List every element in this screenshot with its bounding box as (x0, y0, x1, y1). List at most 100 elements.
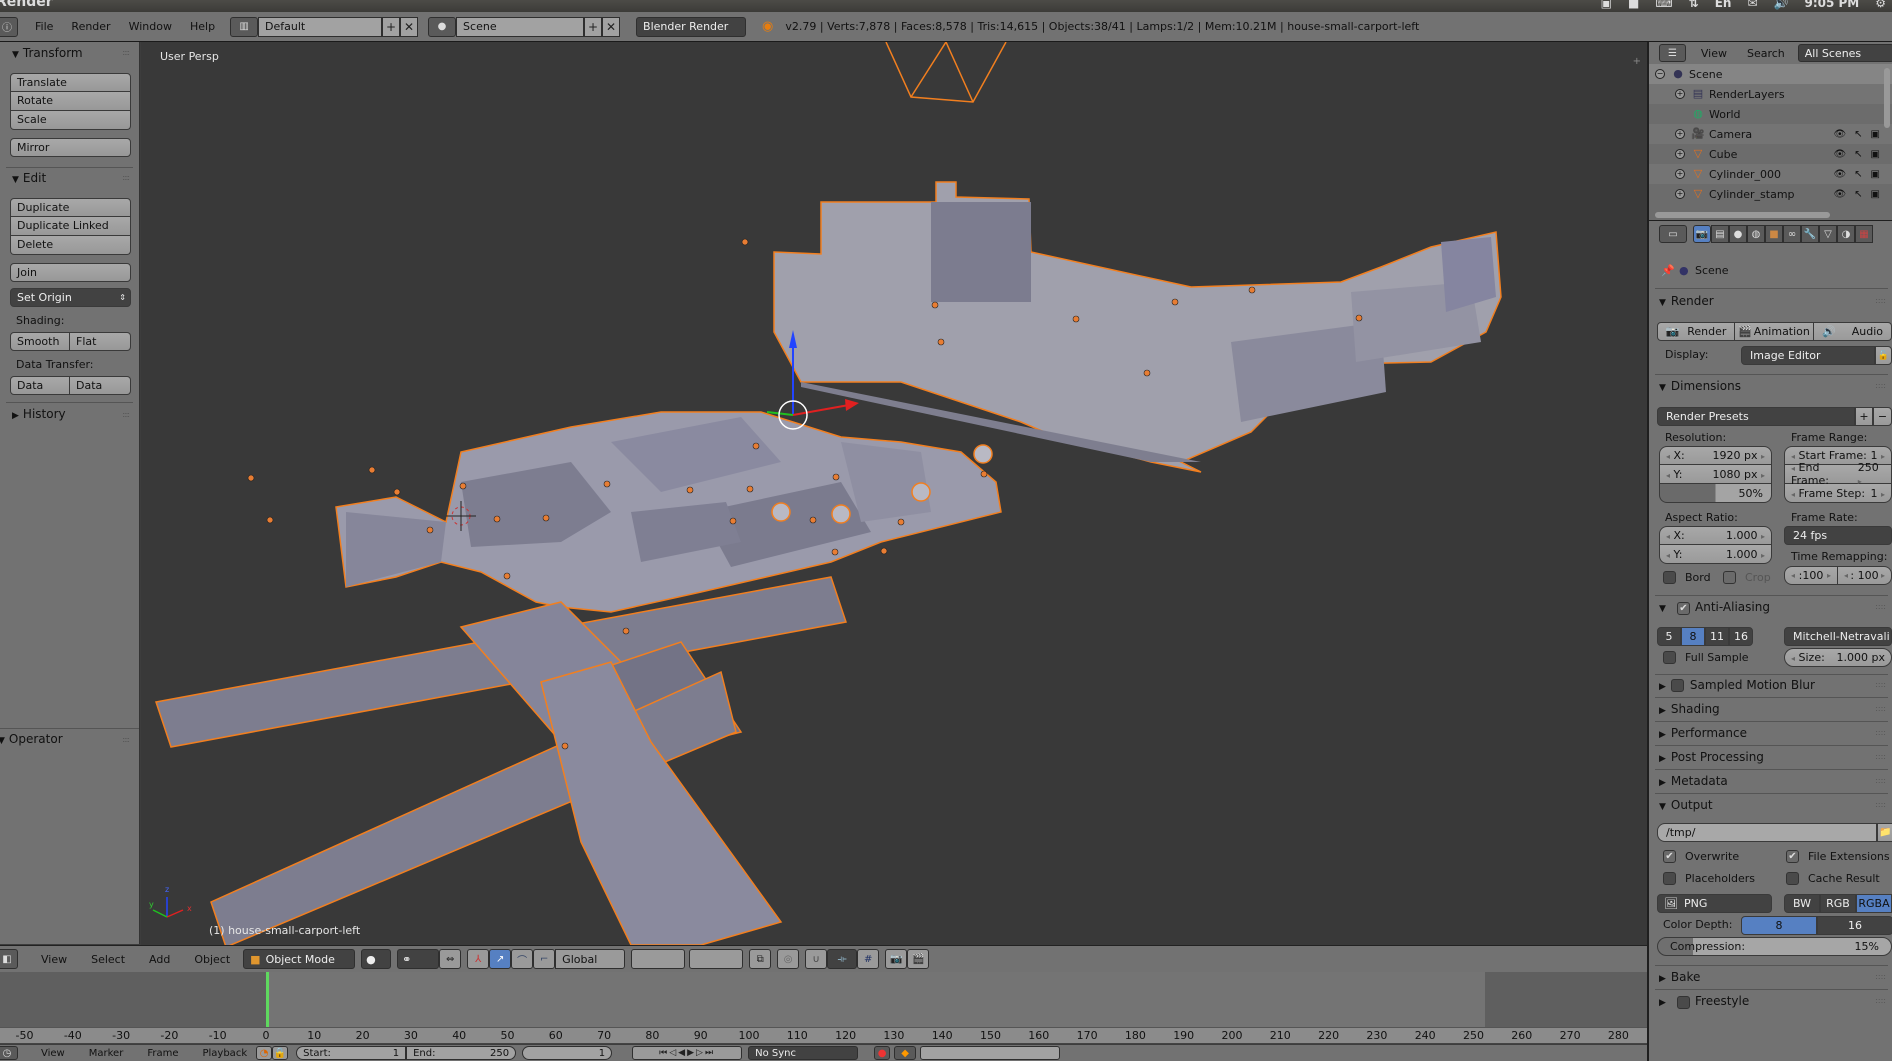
tab-texture-icon[interactable]: ▦ (1855, 225, 1873, 243)
outliner-item[interactable]: − ● Scene (1649, 64, 1892, 84)
add-preset-button[interactable]: + (1855, 407, 1873, 426)
menu-object[interactable]: Object (185, 953, 239, 966)
border-checkbox[interactable] (1663, 571, 1676, 584)
delete-button[interactable]: Delete (10, 236, 131, 255)
3d-viewport[interactable]: User Persp (1) house-small-carport-left … (141, 42, 1647, 945)
menu-playback[interactable]: Playback (193, 1048, 256, 1059)
smooth-button[interactable]: Smooth (10, 332, 70, 351)
outliner-item-name[interactable]: Cube (1709, 148, 1737, 161)
time-remap-new-field[interactable]: ◂: 100 ▸ (1838, 566, 1892, 585)
preview-range-icon[interactable]: ◔ (256, 1046, 273, 1060)
menu-view[interactable]: View (32, 953, 76, 966)
outliner-item[interactable]: + 🎥 Camera 👁 ↖ ▣ (1649, 124, 1892, 144)
layout-selector[interactable]: Default (258, 16, 383, 37)
drag-grip[interactable]: :::: (122, 735, 130, 744)
selectable-cursor-icon[interactable]: ↖ (1854, 149, 1862, 160)
panel-post-processing-header[interactable]: ▶ Post Processing (1659, 750, 1764, 764)
drag-grip[interactable]: :::: (122, 173, 130, 182)
manipulator-toggle-icon[interactable]: ⅄ (467, 949, 490, 969)
collapse-icon[interactable]: − (1655, 69, 1665, 79)
panel-anti-aliasing-header[interactable]: ▼ (1659, 600, 1671, 614)
outliner-item[interactable]: + ▽ Cylinder_000 👁 ↖ ▣ (1649, 164, 1892, 184)
current-frame-cursor[interactable] (266, 972, 269, 1028)
outliner-vscrollbar[interactable] (1884, 68, 1890, 128)
color-mode-bw-button[interactable]: BW (1784, 894, 1820, 913)
render-opengl-icon[interactable]: 📷 (885, 949, 908, 969)
duplicate-button[interactable]: Duplicate (10, 198, 131, 217)
visibility-eye-icon[interactable]: 👁 (1833, 149, 1846, 160)
panel-shading-header[interactable]: ▶ Shading (1659, 702, 1720, 716)
tab-render-icon[interactable]: 📷 (1693, 225, 1711, 243)
scene-icon[interactable]: ● (428, 16, 457, 37)
outliner-item-name[interactable]: RenderLayers (1709, 88, 1785, 101)
lock-range-icon[interactable]: 🔒 (272, 1046, 289, 1060)
time-remap-old-field[interactable]: ◂:100 ▸ (1784, 566, 1838, 585)
renderable-camera-icon[interactable]: ▣ (1871, 149, 1880, 160)
cache-result-checkbox[interactable] (1786, 872, 1799, 885)
sync-mode-selector[interactable]: No Sync (748, 1046, 859, 1060)
translate-button[interactable]: Translate (10, 73, 131, 92)
freestyle-checkbox[interactable] (1677, 996, 1690, 1009)
keyboard-icon[interactable]: ⌨ (1655, 0, 1672, 10)
remove-preset-button[interactable]: − (1873, 407, 1892, 426)
volume-icon[interactable]: 🔊 (1774, 0, 1789, 10)
menu-frame[interactable]: Frame (138, 1048, 187, 1059)
network-icon[interactable]: ⇅ (1689, 0, 1699, 10)
aa-sample-button[interactable]: 5 (1657, 627, 1681, 646)
selectable-cursor-icon[interactable]: ↖ (1854, 169, 1862, 180)
rotate-manipulator-icon[interactable]: ⌒ (511, 949, 534, 969)
translate-manipulator-icon[interactable]: ↗ (489, 949, 512, 969)
mode-selector[interactable]: ■ Object Mode (243, 949, 356, 969)
editor-type-info-icon[interactable]: ⓘ (0, 16, 18, 37)
tab-modifiers-icon[interactable]: 🔧 (1801, 225, 1819, 243)
snap-element-icon[interactable]: ⟛ (827, 949, 858, 969)
record-keyframe-icon[interactable]: ● (874, 1046, 891, 1060)
selectable-cursor-icon[interactable]: ↖ (1854, 189, 1862, 200)
file-extensions-checkbox[interactable]: ✔ (1786, 850, 1799, 863)
lock-camera-layers-icon[interactable]: ⧉ (749, 949, 772, 969)
display-dropdown[interactable]: Image Editor (1741, 346, 1875, 365)
pivot-point-selector[interactable]: ⚭ (397, 949, 440, 969)
panel-freestyle-header[interactable]: ▶ (1659, 994, 1671, 1008)
placeholders-checkbox[interactable] (1663, 872, 1676, 885)
panel-output-header[interactable]: ▼ Output (1659, 798, 1713, 812)
panel-operator-header[interactable]: ▼ Operator (0, 732, 63, 746)
add-scene-button[interactable]: + (584, 16, 603, 37)
tab-data-icon[interactable]: ▽ (1819, 225, 1837, 243)
compression-slider[interactable]: Compression: 15% (1657, 937, 1892, 956)
outliner-item-name[interactable]: Cylinder_000 (1709, 168, 1781, 181)
data-transfer-layout-button[interactable]: Data Layo (70, 376, 131, 395)
expand-icon[interactable]: + (1675, 189, 1685, 199)
render-animation-opengl-icon[interactable]: 🎬 (907, 949, 930, 969)
timeline[interactable]: -50 -40 -30 -20 -10 0 10 20 30 40 50 60 70 80 90 100 110… (0, 972, 1647, 1044)
menu-select[interactable]: Select (82, 953, 134, 966)
menu-view[interactable]: View (32, 1048, 74, 1059)
menu-render[interactable]: Render (62, 20, 119, 33)
visibility-eye-icon[interactable]: 👁 (1833, 169, 1846, 180)
editor-type-outliner-icon[interactable]: ☰ (1659, 44, 1686, 62)
scene-selector[interactable]: Scene (456, 16, 585, 37)
tab-render-layers-icon[interactable]: ▤ (1711, 225, 1729, 243)
visibility-eye-icon[interactable]: 👁 (1833, 129, 1846, 140)
frame-ruler[interactable]: -50 -40 -30 -20 -10 0 10 20 30 40 50 60 70 80 90 100 110… (0, 1027, 1647, 1044)
region-toggle-icon[interactable]: + (1633, 56, 1641, 67)
motion-blur-checkbox[interactable] (1670, 679, 1684, 692)
panel-transform-header[interactable]: ▼ Transform (12, 46, 83, 60)
outliner-item[interactable]: + ▤ RenderLayers (1649, 84, 1892, 104)
drag-grip[interactable]: :::: (122, 48, 130, 57)
pin-icon[interactable]: 📌 (1661, 264, 1675, 277)
expand-icon[interactable]: + (1675, 169, 1685, 179)
frame-rate-dropdown[interactable]: 24 fps (1784, 526, 1892, 545)
mirror-button[interactable]: Mirror (10, 138, 131, 157)
outliner-item[interactable]: + ▽ Cube 👁 ↖ ▣ (1649, 144, 1892, 164)
panel-metadata-header[interactable]: ▶ Metadata (1659, 774, 1728, 788)
end-frame-field[interactable]: End: 250 (406, 1046, 517, 1060)
delete-layout-button[interactable]: ✕ (400, 16, 419, 37)
resolution-y-field[interactable]: ◂ Y: 1080 px ▸ (1659, 465, 1772, 484)
aspect-x-field[interactable]: ◂ X: 1.000 ▸ (1659, 526, 1772, 545)
image-icon[interactable]: ▣ (1601, 0, 1612, 10)
anti-aliasing-checkbox[interactable]: ✔ (1677, 602, 1690, 615)
outliner-item-name[interactable]: Scene (1689, 68, 1723, 81)
video-icon[interactable]: ■ (1628, 0, 1639, 10)
render-button[interactable]: 📷 Render (1657, 322, 1735, 341)
